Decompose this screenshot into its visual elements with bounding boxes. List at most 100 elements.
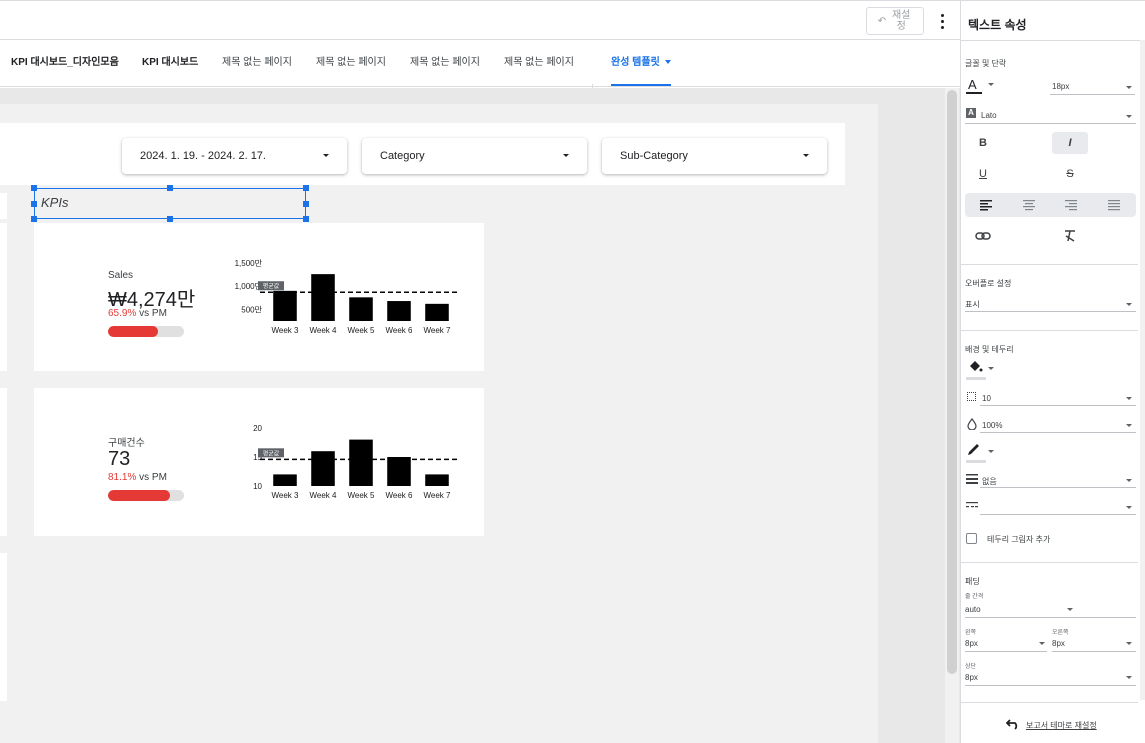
resize-handle[interactable]	[303, 201, 309, 207]
x-tick-label: Week 5	[348, 491, 376, 500]
underline	[980, 432, 1136, 433]
shadow-checkbox[interactable]	[966, 533, 977, 544]
tab-untitled-2[interactable]: 제목 없는 페이지	[316, 40, 386, 86]
chevron-down-icon[interactable]	[988, 367, 994, 370]
x-tick-label: Week 7	[424, 491, 452, 500]
line-spacing-value[interactable]: auto	[965, 605, 981, 614]
underline	[965, 123, 1136, 124]
italic-button[interactable]: I	[1052, 132, 1088, 154]
resize-handle[interactable]	[303, 185, 309, 191]
section-title: 배경 및 테두리	[965, 345, 1014, 354]
chevron-down-icon[interactable]	[1126, 86, 1132, 89]
padding-top-value[interactable]: 8px	[965, 673, 978, 682]
metric-value: 73	[108, 448, 131, 470]
left-card-partial[interactable]	[0, 388, 7, 536]
tab-untitled-3[interactable]: 제목 없는 페이지	[410, 40, 480, 86]
text-color-icon[interactable]: A	[968, 77, 977, 92]
divider	[960, 562, 1138, 563]
link-icon[interactable]	[975, 230, 991, 242]
align-left-icon[interactable]	[980, 199, 992, 211]
padding-right-value[interactable]: 8px	[1052, 639, 1065, 648]
chevron-down-icon[interactable]	[1039, 642, 1045, 645]
left-card-partial[interactable]	[0, 553, 7, 701]
chevron-down-icon[interactable]	[1067, 608, 1073, 611]
border-weight-value[interactable]: 없음	[982, 476, 997, 487]
progress-track	[108, 490, 184, 501]
reset-button[interactable]: ↶ 재설정	[866, 7, 924, 35]
opacity-value[interactable]: 100%	[982, 421, 1002, 430]
align-justify-icon[interactable]	[1108, 199, 1120, 211]
text-color-swatch	[966, 92, 982, 94]
x-tick-label: Week 3	[272, 491, 300, 500]
section-title: 패딩	[965, 577, 980, 586]
strikethrough-button[interactable]: S	[1052, 163, 1088, 185]
weekly-bar-chart: 201510Week 3 Week 4 Week 5 Week 6 Week 7평균값	[253, 424, 460, 500]
font-size-value[interactable]: 18px	[1052, 82, 1069, 91]
underline-button[interactable]: U	[965, 163, 1001, 185]
progress-track	[108, 326, 184, 337]
chevron-down-icon[interactable]	[1126, 642, 1132, 645]
tab-kpi-design[interactable]: KPI 대시보드_디자인모음	[11, 40, 119, 86]
tab-untitled-4[interactable]: 제목 없는 페이지	[504, 40, 574, 86]
underline	[980, 514, 1136, 515]
kpi-card-orders[interactable]: 구매건수 73 81.1% vs PM 20 15 10 Week 3 Week 4 We…	[34, 388, 484, 536]
resize-handle[interactable]	[303, 216, 309, 222]
chevron-down-icon[interactable]	[988, 450, 994, 453]
metric-comparison: 65.9% vs PM	[108, 308, 167, 319]
category-filter[interactable]: Category	[362, 138, 587, 174]
left-card-partial[interactable]	[0, 193, 7, 219]
y-tick-label: 20	[253, 424, 262, 433]
metric-label: 구매건수	[108, 438, 145, 449]
subcategory-filter[interactable]: Sub-Category	[602, 138, 827, 174]
left-card-partial[interactable]	[0, 223, 7, 371]
chevron-down-icon[interactable]	[1126, 479, 1132, 482]
corner-radius-value[interactable]: 10	[982, 394, 991, 403]
chevron-down-icon[interactable]	[988, 83, 994, 86]
reset-button-label: 재설정	[891, 10, 911, 32]
more-vert-icon[interactable]	[936, 11, 948, 31]
resize-handle[interactable]	[31, 185, 37, 191]
page-tabs: KPI 대시보드_디자인모음 KPI 대시보드 제목 없는 페이지 제목 없는 …	[0, 40, 960, 124]
panel-title: 텍스트 속성	[968, 18, 1027, 32]
font-family-value[interactable]: Lato	[981, 111, 997, 120]
progress-fill	[108, 490, 170, 501]
underline	[965, 617, 1136, 618]
padding-left-value[interactable]: 8px	[965, 639, 978, 648]
chevron-down-icon[interactable]	[1126, 506, 1132, 509]
border-weight-icon	[966, 474, 978, 484]
weekly-bar-chart: 1,500만1,000만500만Week 3 Week 4 Week 5 Week 6…	[235, 259, 460, 335]
y-tick-label: 500만	[241, 305, 262, 314]
x-tick-label: Week 4	[310, 491, 338, 500]
clear-format-icon[interactable]	[1063, 229, 1077, 243]
tab-kpi-dashboard[interactable]: KPI 대시보드	[142, 40, 198, 86]
tab-untitled-1[interactable]: 제목 없는 페이지	[222, 40, 292, 86]
fill-color-icon[interactable]	[967, 360, 983, 374]
align-right-icon[interactable]	[1065, 199, 1077, 211]
chevron-down-icon[interactable]	[1126, 115, 1132, 118]
resize-handle[interactable]	[31, 216, 37, 222]
bold-button[interactable]: B	[965, 132, 1001, 154]
overflow-value[interactable]: 표시	[965, 299, 980, 310]
border-color-icon[interactable]	[966, 443, 982, 457]
corner-radius-icon	[967, 392, 976, 401]
reset-theme-link[interactable]: 보고서 테마로 재설정	[1026, 720, 1097, 731]
chevron-down-icon[interactable]	[1126, 397, 1132, 400]
font-family-icon: A	[966, 108, 976, 118]
align-center-icon[interactable]	[1023, 199, 1035, 211]
panel-scrollbar[interactable]	[1140, 40, 1145, 700]
border-swatch	[966, 460, 986, 463]
resize-handle[interactable]	[31, 201, 37, 207]
kpi-card-sales[interactable]: Sales ₩4,274만 65.9% vs PM 1,500만 1,000만 50…	[34, 223, 484, 371]
x-tick-label: Week 6	[386, 326, 414, 335]
resize-handle[interactable]	[167, 216, 173, 222]
chevron-down-icon[interactable]	[1126, 676, 1132, 679]
chevron-down-icon[interactable]	[1126, 303, 1132, 306]
chevron-down-icon[interactable]	[1126, 424, 1132, 427]
underline	[965, 311, 1136, 312]
kpis-text-box[interactable]: KPIs	[34, 188, 306, 219]
date-range-filter[interactable]: 2024. 1. 19. - 2024. 2. 17.	[122, 138, 347, 174]
tab-complete-template[interactable]: 완성 템플릿	[611, 40, 671, 86]
line-spacing-label: 줄 간격	[965, 594, 984, 600]
canvas-scrollbar[interactable]	[947, 90, 957, 674]
resize-handle[interactable]	[167, 185, 173, 191]
